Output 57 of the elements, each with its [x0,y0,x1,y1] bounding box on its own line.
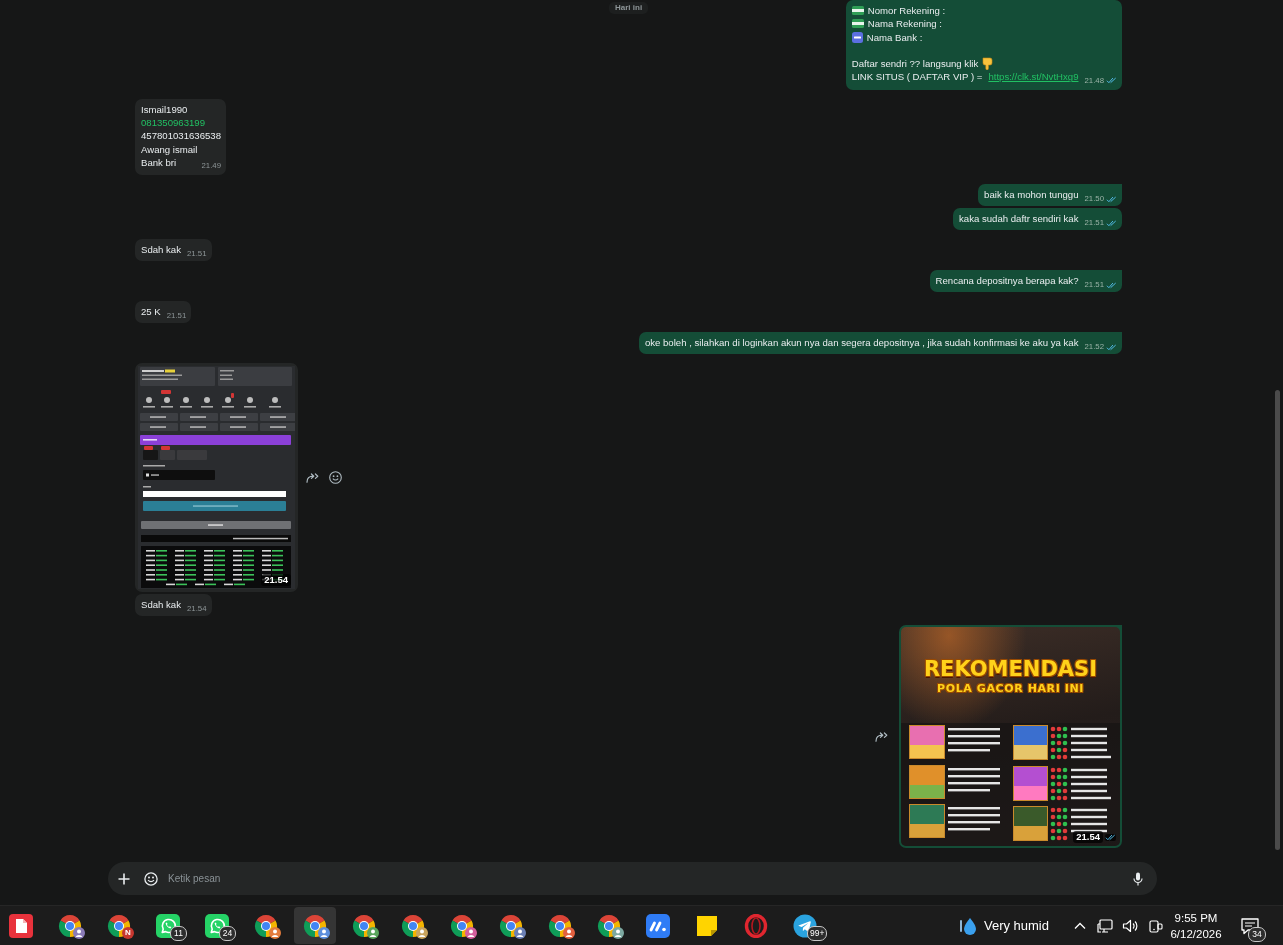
message-input[interactable]: Ketik pesan [168,870,1123,887]
bank-sign-icon [851,31,863,43]
phone-link[interactable]: 081350963199 [141,116,206,130]
promo-subtitle: POLA GACOR HARI INI [937,683,1084,696]
promo-image[interactable]: REKOMENDASI POLA GACOR HARI INI 21.54 [901,627,1120,847]
clock-button[interactable]: 9:55 PM 6/12/2026 [1164,909,1228,942]
sticky-note-icon [695,913,719,938]
device-icon[interactable] [1147,917,1163,934]
message-text: kaka sudah daftr sendiri kak [959,212,1079,227]
message-text: Nama Rekening : [867,17,942,31]
banknote-icon [851,6,864,16]
network-icon[interactable] [1097,917,1113,934]
taskbar-button[interactable]: 99+ [784,907,826,944]
weather-text: Very humid [983,918,1049,933]
speaker-icon[interactable] [1122,917,1138,934]
scrollbar-thumb[interactable] [1275,390,1280,850]
message-text: Awang ismail [141,142,198,156]
message-text: 25 K [141,305,161,320]
banknote-icon [851,19,864,29]
message-text: 457801031636538 [141,129,222,143]
count-badge: 24 [219,926,236,941]
taskbar-button[interactable]: 11 [147,907,189,944]
document-app-icon [9,913,33,938]
smiley-icon[interactable] [329,471,342,485]
message-text: Rencana depositnya berapa kak? [935,274,1079,289]
notification-badge: 34 [1248,926,1266,942]
taskbar-button[interactable]: 24 [196,907,238,944]
message-text: Daftar sendri ?? langsung klik [851,57,979,71]
message-text: Nama Bank : [866,30,923,44]
message-text: Bank bri [141,155,177,170]
message-time: 21.54 [1073,831,1103,844]
app-logo-icon [646,913,670,938]
message-text: Sdah kak [141,243,181,258]
message-field[interactable]: Ketik pesan [108,862,1157,895]
date-chip: Hari ini [609,2,649,14]
profile-initial: N [122,927,134,939]
taskbar-button[interactable] [294,907,336,944]
message-text: baik ka mohon tunggu [984,188,1079,203]
message-text: Nomor Rekening : [867,4,946,18]
forward-icon[interactable] [875,731,889,742]
notification-icon[interactable] [1240,916,1260,935]
message-link[interactable]: https://clk.st/NvtHxg9 [988,70,1079,84]
message-text: oke boleh , silahkan di loginkan akun nya dan segera depositnya , jika sudah konfirmasi ke aku ya kak [644,336,1079,351]
message-time: 21.54 [261,574,291,587]
count-badge: 11 [170,926,187,941]
microphone-icon[interactable] [1133,871,1143,886]
pointing-hand-icon [982,57,994,71]
browser-icon [107,913,131,938]
ring-logo-icon [744,913,768,938]
message-text: Ismail1990 [141,102,188,117]
message-text: LINK SITUS ( DAFTAR VIP ) = [851,70,983,84]
taskbar-button[interactable]: N [98,907,140,944]
message-text: Sdah kak [141,598,181,613]
forward-icon[interactable] [306,472,320,483]
promo-title: REKOMENDASI [923,658,1098,681]
count-badge: 99+ [807,926,828,941]
plus-icon[interactable] [118,872,130,885]
